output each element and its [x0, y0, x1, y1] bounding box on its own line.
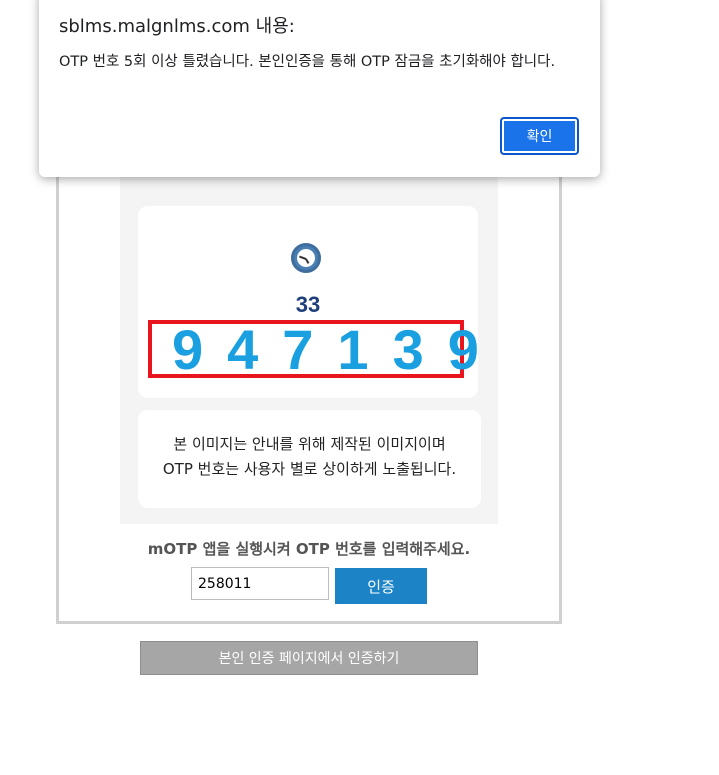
notice-text: 본 이미지는 안내를 위해 제작된 이미지이며 OTP 번호는 사용자 별로 상…	[138, 432, 481, 482]
otp-instruction: mOTP 앱을 실행시켜 OTP 번호를 입력해주세요.	[147, 540, 471, 558]
notice-line-2: OTP 번호는 사용자 별로 상이하게 노출됩니다.	[162, 460, 457, 478]
otp-timer: 33	[295, 292, 321, 317]
otp-input[interactable]	[191, 567, 329, 600]
clock-icon	[291, 243, 321, 273]
self-auth-button[interactable]: 본인 인증 페이지에서 인증하기	[140, 641, 478, 675]
notice-line-1: 본 이미지는 안내를 위해 제작된 이미지이며	[173, 435, 446, 453]
ok-button[interactable]: 확인	[500, 117, 579, 155]
dialog-title: sblms.malgnlms.com 내용:	[59, 16, 295, 37]
verify-button[interactable]: 인증	[335, 568, 427, 604]
otp-code: 947139	[172, 318, 503, 381]
dialog-message: OTP 번호 5회 이상 틀렸습니다. 본인인증을 통해 OTP 잠금을 초기화…	[59, 54, 556, 70]
alert-dialog: sblms.malgnlms.com 내용: OTP 번호 5회 이상 틀렸습니…	[39, 0, 600, 177]
